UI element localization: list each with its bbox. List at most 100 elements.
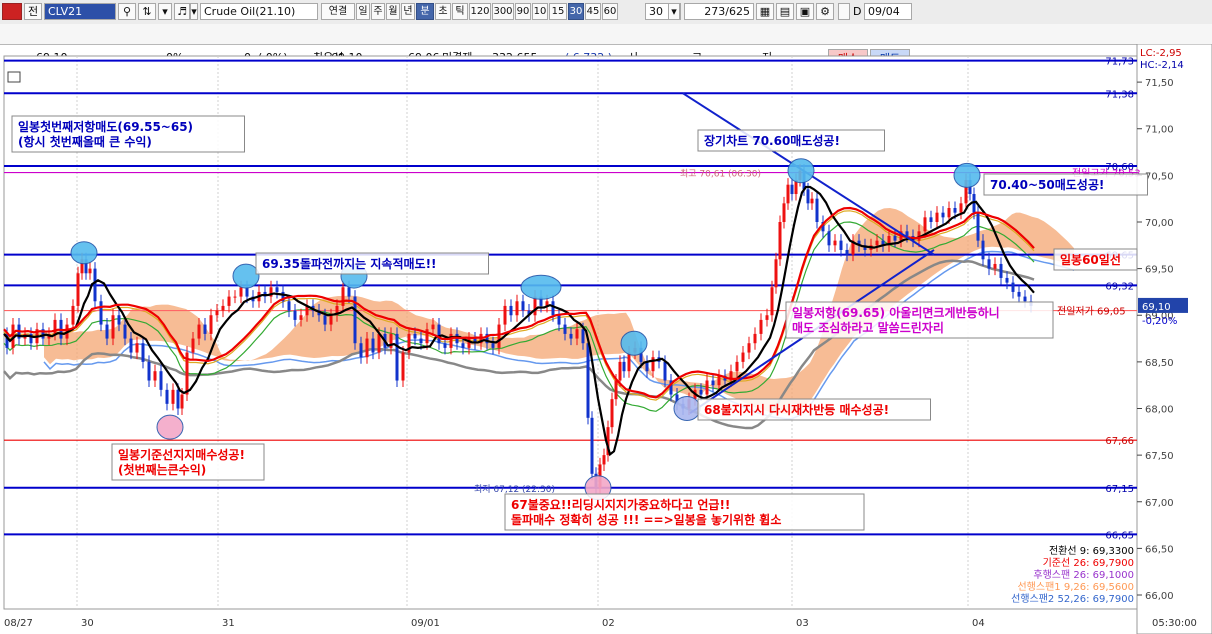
search-icon[interactable]: ⚲ bbox=[118, 3, 136, 20]
interval-button-13[interactable]: 30 bbox=[568, 3, 584, 20]
candle-body bbox=[953, 208, 957, 213]
annotation-text: 일봉첫번째저항매도(69.55~65) bbox=[18, 119, 193, 134]
x-tick-label: 04 bbox=[972, 618, 985, 629]
candle-body bbox=[509, 305, 513, 316]
speaker-dropdown-icon[interactable]: ▾ bbox=[190, 3, 198, 20]
candle-body bbox=[875, 240, 879, 246]
interval-button-15[interactable]: 60 bbox=[602, 3, 618, 20]
interval-button-12[interactable]: 15 bbox=[549, 3, 567, 20]
interval-button-11[interactable]: 10 bbox=[532, 3, 548, 20]
y-tick-label: 70,00 bbox=[1145, 218, 1174, 229]
zoom-in-icon[interactable]: ▦ bbox=[756, 3, 774, 20]
candle-body bbox=[1005, 277, 1009, 283]
toolbar: 전 CLV21 ⚲ ⇅ ▾ ♬ ▾ Crude Oil(21.10) 연결 일 주 월… bbox=[0, 0, 1212, 25]
interval-button-10[interactable]: 90 bbox=[515, 3, 531, 20]
candle-body bbox=[753, 333, 757, 344]
y-tick-label: 71,00 bbox=[1145, 125, 1174, 136]
candle-body bbox=[176, 389, 180, 409]
symbol-name-field[interactable]: Crude Oil(21.10) bbox=[200, 3, 318, 20]
interval-dropdown-icon[interactable]: ▾ bbox=[668, 3, 680, 20]
interval-button-6[interactable]: 초 bbox=[435, 3, 451, 20]
candle-body bbox=[786, 184, 790, 204]
interval-button-8[interactable]: 120 bbox=[469, 3, 491, 20]
annotation-text: 67불중요!!리딩시지지가중요하다고 언급!! bbox=[511, 497, 730, 512]
price-chart[interactable]: 66,0066,5067,0067,5068,0068,5069,0069,50… bbox=[0, 44, 1212, 634]
speaker-icon[interactable]: ♬ bbox=[174, 3, 190, 20]
annotation-text: (항시 첫번째올때 큰 수익) bbox=[18, 134, 152, 149]
interval-button-4[interactable]: 년 bbox=[401, 3, 415, 20]
candle-body bbox=[105, 324, 109, 339]
date-field[interactable]: 09/04 bbox=[864, 3, 912, 20]
y-tick-label: 67,50 bbox=[1145, 451, 1174, 462]
candle-body bbox=[893, 235, 897, 241]
count-field[interactable]: 273/625 bbox=[684, 3, 754, 20]
level-label: 71,38 bbox=[1105, 89, 1134, 100]
candle-body bbox=[845, 249, 849, 255]
candle-body bbox=[947, 208, 951, 218]
candle-body bbox=[117, 315, 121, 325]
interval-button-14[interactable]: 45 bbox=[585, 3, 601, 20]
interval-button-0[interactable]: 연결 bbox=[321, 3, 355, 20]
candle-body bbox=[491, 343, 495, 348]
candle-body bbox=[651, 357, 655, 372]
candle-body bbox=[759, 319, 763, 334]
save-icon[interactable]: ▣ bbox=[796, 3, 814, 20]
level-label: 69,32 bbox=[1105, 281, 1134, 292]
candle-body bbox=[827, 231, 831, 246]
interval-button-5[interactable]: 분 bbox=[416, 3, 434, 20]
annotation-text: 돌파매수 정확히 성공 !!! ==>일봉을 놓기위한 휩소 bbox=[511, 512, 781, 527]
candle-body bbox=[221, 305, 225, 311]
level-label: 71,73 bbox=[1105, 57, 1134, 68]
candle-body bbox=[449, 333, 453, 348]
symbol-code-input[interactable]: CLV21 bbox=[44, 3, 116, 20]
candle-body bbox=[431, 324, 435, 330]
candle-body bbox=[147, 361, 151, 381]
candle-body bbox=[581, 329, 585, 344]
level-label: 67,15 bbox=[1105, 484, 1134, 495]
signal-ellipse bbox=[70, 241, 98, 265]
level-label: 66,65 bbox=[1105, 530, 1134, 541]
date-checkbox-label: D bbox=[853, 5, 862, 18]
dropdown-icon[interactable]: ▾ bbox=[158, 3, 172, 20]
candle-body bbox=[443, 343, 447, 348]
candle-body bbox=[575, 329, 579, 339]
candle-body bbox=[735, 361, 739, 372]
x-tick-label: 31 bbox=[222, 618, 235, 629]
candle-body bbox=[347, 287, 351, 297]
interval-button-9[interactable]: 300 bbox=[492, 3, 514, 20]
annotation-text: 68불지지시 다시재차반등 매수성공! bbox=[704, 402, 889, 417]
app-menu-icon[interactable] bbox=[2, 3, 22, 20]
candle-body bbox=[976, 212, 980, 241]
candle-body bbox=[815, 198, 819, 222]
annotation-text: 일봉60일선 bbox=[1060, 252, 1121, 267]
candle-body bbox=[165, 389, 169, 404]
candle-body bbox=[705, 380, 709, 395]
candle-body bbox=[711, 380, 715, 386]
y-tick-label: 68,50 bbox=[1145, 358, 1174, 369]
candle-body bbox=[747, 343, 751, 353]
interval-button-2[interactable]: 주 bbox=[371, 3, 385, 20]
candle-body bbox=[770, 287, 774, 316]
interval-button-3[interactable]: 월 bbox=[386, 3, 400, 20]
x-tick-label: 08/27 bbox=[4, 618, 33, 629]
date-checkbox[interactable] bbox=[838, 3, 850, 20]
count-value: 273 bbox=[704, 5, 726, 18]
interval-button-1[interactable]: 일 bbox=[356, 3, 370, 20]
annotation-text: 장기차트 70.60매도성공! bbox=[704, 133, 840, 148]
indicator-legend: 선행스팬2 52,26: 69,7900 bbox=[1011, 593, 1134, 605]
candle-body bbox=[365, 338, 369, 358]
candle-body bbox=[999, 263, 1003, 278]
indicator-legend: 선행스팬1 9,26: 69,5600 bbox=[1017, 581, 1134, 593]
level-label: 67,66 bbox=[1105, 436, 1134, 447]
candle-body bbox=[790, 184, 794, 195]
link-icon[interactable]: ⇅ bbox=[138, 3, 156, 20]
interval-button-7[interactable]: 틱 bbox=[452, 3, 468, 20]
y-tick-label: 66,50 bbox=[1145, 544, 1174, 555]
market-tab[interactable]: 전 bbox=[24, 3, 42, 20]
zoom-out-icon[interactable]: ▤ bbox=[776, 3, 794, 20]
settings-icon[interactable]: ⚙ bbox=[816, 3, 834, 20]
x-tick-label: 05:30:00 bbox=[1152, 618, 1197, 629]
candle-body bbox=[215, 310, 219, 316]
candle-body bbox=[614, 380, 618, 400]
candle-body bbox=[569, 333, 573, 339]
